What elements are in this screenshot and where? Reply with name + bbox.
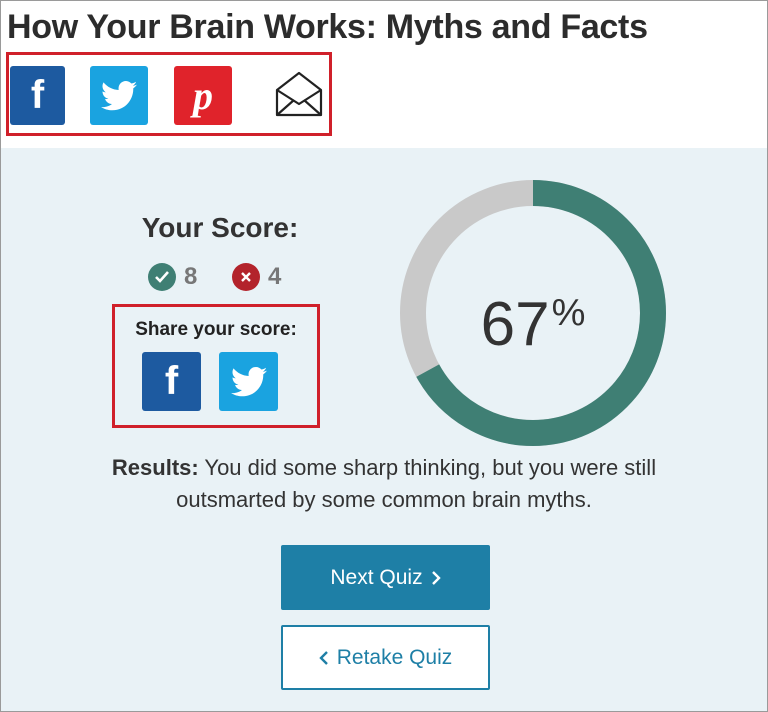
facebook-icon: f (164, 359, 179, 403)
correct-tally: 8 (148, 262, 197, 292)
next-quiz-button[interactable]: Next Quiz (281, 545, 490, 610)
results-text: Results: You did some sharp thinking, bu… (60, 452, 708, 516)
twitter-icon (101, 80, 137, 110)
pinterest-share-button[interactable]: p (174, 66, 232, 125)
x-mark-icon (232, 263, 260, 291)
pinterest-icon: p (193, 73, 213, 118)
email-share-button[interactable] (270, 66, 328, 122)
share-score-label: Share your score: (135, 319, 297, 340)
twitter-share-button[interactable] (90, 66, 148, 125)
score-percent-value: 67 (480, 290, 550, 359)
twitter-icon (230, 366, 267, 396)
incorrect-count: 4 (268, 263, 282, 290)
incorrect-tally: 4 (232, 262, 281, 292)
score-heading: Your Score: (141, 212, 299, 243)
checkmark-icon (148, 263, 176, 291)
envelope-icon (275, 71, 323, 117)
score-percent-sign: % (551, 292, 586, 334)
chevron-right-icon (431, 570, 441, 585)
results-message: You did some sharp thinking, but you wer… (176, 455, 657, 512)
facebook-score-share-button[interactable]: f (142, 352, 201, 411)
next-quiz-label: Next Quiz (330, 565, 423, 589)
page-title: How Your Brain Works: Myths and Facts (7, 8, 648, 46)
facebook-icon: f (30, 73, 45, 117)
twitter-score-share-button[interactable] (219, 352, 278, 411)
retake-quiz-label: Retake Quiz (336, 645, 453, 669)
correct-count: 8 (184, 263, 198, 290)
retake-quiz-button[interactable]: Retake Quiz (281, 625, 490, 690)
chevron-left-icon (319, 650, 328, 665)
facebook-share-button[interactable]: f (10, 66, 65, 125)
results-label: Results: (111, 455, 199, 480)
score-percent: 67% (398, 278, 668, 360)
